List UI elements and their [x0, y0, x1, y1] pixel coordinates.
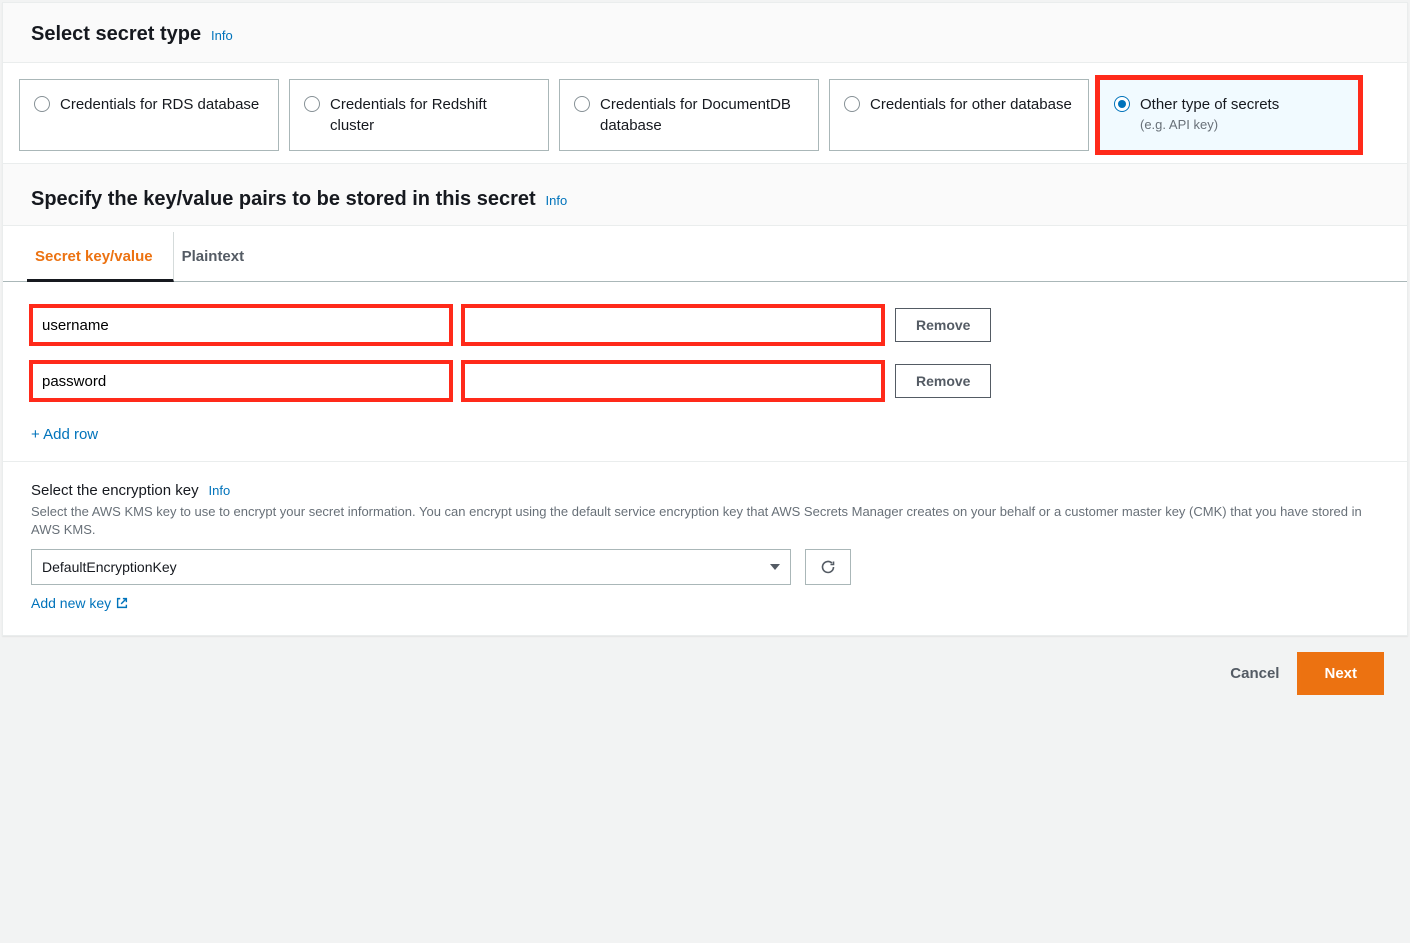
info-link-encryption[interactable]: Info [208, 483, 230, 498]
secret-type-label: Credentials for other database [870, 94, 1072, 136]
secret-type-label: Credentials for RDS database [60, 94, 259, 136]
footer-actions: Cancel Next [0, 636, 1410, 711]
secret-type-documentdb[interactable]: Credentials for DocumentDB database [559, 79, 819, 151]
kv-row: Remove [31, 306, 1379, 344]
kv-row: Remove [31, 362, 1379, 400]
encryption-label: Select the encryption key [31, 482, 199, 499]
add-new-key-link[interactable]: Add new key [31, 595, 129, 611]
refresh-icon [820, 559, 836, 575]
tab-secret-key-value[interactable]: Secret key/value [27, 232, 174, 282]
secret-type-sublabel: (e.g. API key) [1140, 117, 1279, 132]
radio-unchecked-icon [574, 96, 590, 112]
remove-row-button[interactable]: Remove [895, 308, 991, 342]
remove-row-button[interactable]: Remove [895, 364, 991, 398]
kv-value-input[interactable] [463, 362, 883, 400]
encryption-description: Select the AWS KMS key to use to encrypt… [31, 503, 1379, 539]
secret-type-options: Credentials for RDS database Credentials… [3, 63, 1407, 163]
external-link-icon [115, 596, 129, 610]
info-link-kv[interactable]: Info [546, 193, 568, 208]
add-row-link[interactable]: + Add row [3, 426, 126, 443]
cancel-button[interactable]: Cancel [1224, 657, 1285, 690]
radio-unchecked-icon [304, 96, 320, 112]
refresh-button[interactable] [805, 549, 851, 585]
secret-type-label: Credentials for Redshift cluster [330, 94, 532, 136]
secret-type-label: Other type of secrets [1140, 94, 1279, 115]
kv-tabs: Secret key/value Plaintext [3, 232, 1407, 282]
radio-unchecked-icon [34, 96, 50, 112]
secret-type-redshift[interactable]: Credentials for Redshift cluster [289, 79, 549, 151]
kv-value-input[interactable] [463, 306, 883, 344]
radio-unchecked-icon [844, 96, 860, 112]
page-title: Select secret type [31, 23, 201, 45]
info-link-secret-type[interactable]: Info [211, 28, 233, 43]
encryption-key-select[interactable]: DefaultEncryptionKey [31, 549, 791, 585]
select-secret-type-header: Select secret type Info [3, 3, 1407, 63]
kv-rows: Remove Remove [3, 282, 1407, 426]
encryption-section: Select the encryption key Info Select th… [3, 461, 1407, 635]
chevron-down-icon [770, 564, 780, 570]
secret-type-label: Credentials for DocumentDB database [600, 94, 802, 136]
encryption-key-selected: DefaultEncryptionKey [42, 559, 177, 575]
secret-type-other-secrets[interactable]: Other type of secrets (e.g. API key) [1099, 79, 1359, 151]
kv-pairs-header: Specify the key/value pairs to be stored… [3, 163, 1407, 226]
add-new-key-label: Add new key [31, 595, 111, 611]
next-button[interactable]: Next [1301, 656, 1380, 691]
radio-checked-icon [1114, 96, 1130, 112]
kv-key-input[interactable] [31, 362, 451, 400]
tab-plaintext[interactable]: Plaintext [174, 232, 265, 281]
kv-title: Specify the key/value pairs to be stored… [31, 188, 536, 210]
secret-type-rds[interactable]: Credentials for RDS database [19, 79, 279, 151]
secret-type-other-db[interactable]: Credentials for other database [829, 79, 1089, 151]
kv-key-input[interactable] [31, 306, 451, 344]
